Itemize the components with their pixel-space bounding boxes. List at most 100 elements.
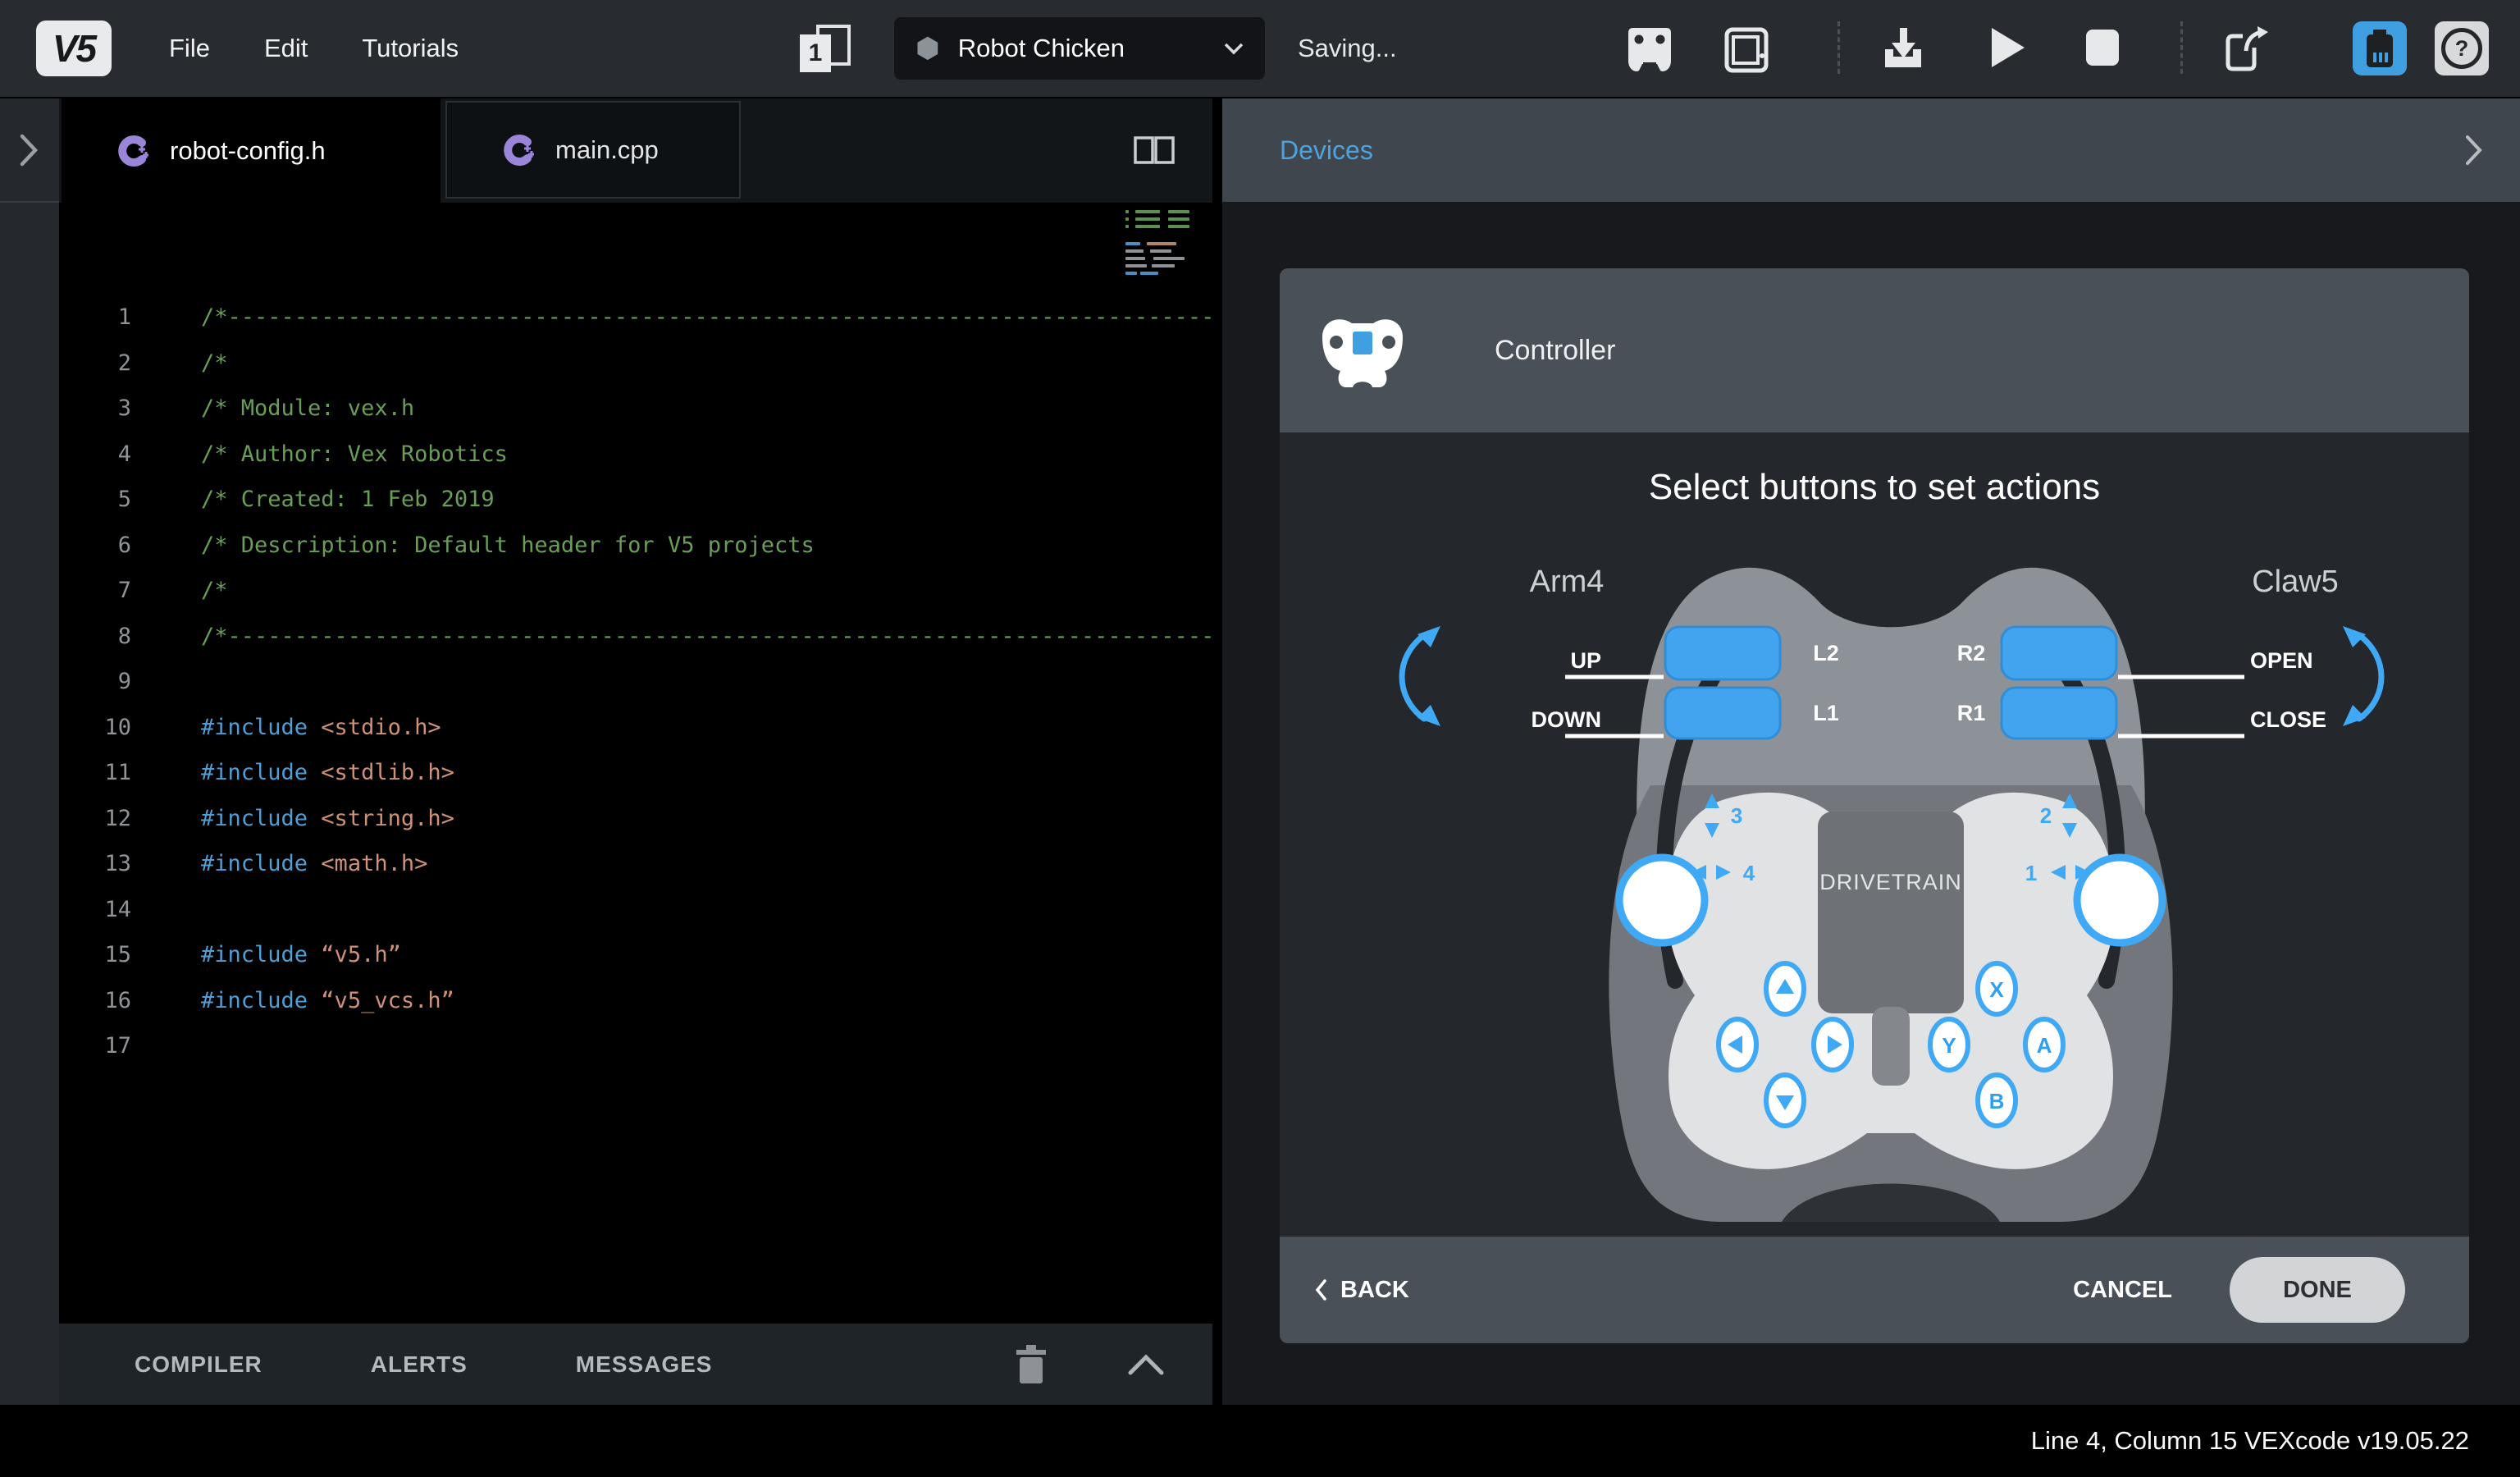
line-number: 13 — [59, 851, 131, 876]
code-line[interactable]: 12#include <string.h> — [59, 796, 1212, 842]
code-line[interactable]: 3/* Module: vex.h — [59, 386, 1212, 432]
code-line[interactable]: 8/*-------------------------------------… — [59, 614, 1212, 660]
code-editor[interactable]: 1/*-------------------------------------… — [59, 203, 1212, 1321]
arrow-head — [2343, 626, 2366, 647]
download-icon[interactable] — [1880, 25, 1926, 72]
app-bar: V5 File Edit Tutorials 1 ⬢ Robot Chicken… — [0, 0, 2520, 97]
bumper-l2-button[interactable] — [1665, 627, 1780, 679]
power-button — [1872, 1007, 1910, 1086]
action-close-label: CLOSE — [2250, 707, 2326, 732]
menu-tutorials[interactable]: Tutorials — [362, 34, 459, 63]
cpp-file-icon — [503, 135, 534, 166]
slot-icon[interactable]: 1 — [800, 25, 851, 72]
editor-tabbar: robot-config.h main.cpp — [59, 98, 1212, 203]
project-name: Robot Chicken — [958, 34, 1125, 63]
controller-diagram: DRIVETRAIN 3 4 2 1 — [1280, 432, 2469, 1237]
tab-robot-config[interactable]: robot-config.h — [62, 98, 441, 203]
toolbar-divider — [2180, 21, 2183, 74]
action-down-label: DOWN — [1532, 707, 1601, 732]
bumper-r2-label: R2 — [1957, 641, 1986, 665]
button-a-label: A — [2037, 1033, 2052, 1058]
button-x-label: X — [1989, 977, 2004, 1002]
menu-file[interactable]: File — [169, 34, 210, 63]
bumper-l1-label: L1 — [1813, 701, 1839, 725]
code-line[interactable]: 13#include <math.h> — [59, 841, 1212, 887]
device-info-button[interactable] — [2353, 21, 2407, 75]
line-number: 9 — [59, 669, 131, 694]
line-number: 6 — [59, 533, 131, 558]
axis3-label: 3 — [1731, 803, 1742, 828]
left-joystick[interactable] — [1619, 857, 1705, 943]
code-lines: 1/*-------------------------------------… — [59, 203, 1212, 1069]
code-line[interactable]: 2/* — [59, 341, 1212, 386]
tab-label: main.cpp — [555, 135, 659, 165]
line-number: 7 — [59, 578, 131, 603]
controller-card: Controller Select buttons to set actions — [1280, 268, 2469, 1343]
tab-compiler[interactable]: COMPILER — [135, 1351, 262, 1378]
done-button[interactable]: DONE — [2230, 1257, 2405, 1323]
play-icon[interactable] — [1988, 25, 2028, 71]
chevron-up-icon[interactable] — [1127, 1353, 1165, 1376]
bumper-r1-button[interactable] — [2002, 688, 2116, 738]
controller-card-footer: BACK CANCEL DONE — [1280, 1237, 2469, 1343]
status-bar: Line 4, Column 15 VEXcode v19.05.22 — [0, 1405, 2520, 1477]
collapse-panel-chevron-icon[interactable] — [2464, 134, 2484, 167]
status-text: Line 4, Column 15 VEXcode v19.05.22 — [2031, 1426, 2469, 1456]
right-device-label: Claw5 — [2252, 565, 2339, 599]
menu-edit[interactable]: Edit — [264, 34, 308, 63]
share-icon[interactable] — [2220, 25, 2271, 74]
line-number: 2 — [59, 350, 131, 376]
expand-sidebar-button[interactable] — [0, 98, 59, 203]
code-line[interactable]: 7/* — [59, 568, 1212, 614]
code-line[interactable]: 10#include <stdio.h> — [59, 705, 1212, 751]
brain-toolbar-icon[interactable] — [1723, 25, 1770, 75]
question-mark-icon: ? — [2441, 28, 2482, 69]
screen-label: DRIVETRAIN — [1819, 870, 1962, 894]
bumper-l1-button[interactable] — [1665, 688, 1780, 738]
back-button[interactable]: BACK — [1314, 1277, 1409, 1304]
left-rail — [0, 98, 59, 1405]
menu-bar: File Edit Tutorials — [169, 0, 459, 97]
chevron-down-icon — [1224, 43, 1244, 55]
tab-messages[interactable]: MESSAGES — [576, 1351, 713, 1378]
chevron-left-icon — [1314, 1278, 1327, 1301]
arrow-head — [1418, 626, 1440, 647]
code-line[interactable]: 11#include <stdlib.h> — [59, 750, 1212, 796]
code-line[interactable]: 17 — [59, 1023, 1212, 1069]
cancel-button[interactable]: CANCEL — [2073, 1277, 2172, 1304]
panel-icons — [1014, 1345, 1212, 1384]
code-line[interactable]: 9 — [59, 659, 1212, 705]
code-line[interactable]: 5/* Created: 1 Feb 2019 — [59, 477, 1212, 523]
stop-icon[interactable] — [2080, 25, 2123, 71]
cpp-file-icon — [117, 135, 148, 167]
code-line[interactable]: 15#include “v5.h” — [59, 932, 1212, 978]
bumper-l2-label: L2 — [1813, 641, 1839, 665]
bottom-panel-bar: COMPILER ALERTS MESSAGES — [59, 1321, 1212, 1405]
battery-brain-icon — [2362, 28, 2398, 69]
rotate-arrow-left-icon — [1402, 635, 1424, 719]
line-number: 14 — [59, 897, 131, 922]
axis1-label: 1 — [2025, 861, 2037, 885]
controller-toolbar-icon[interactable] — [1626, 25, 1673, 74]
help-button[interactable]: ? — [2435, 21, 2489, 75]
project-selector[interactable]: ⬢ Robot Chicken — [894, 17, 1265, 80]
tab-alerts[interactable]: ALERTS — [371, 1351, 468, 1378]
trash-icon[interactable] — [1014, 1345, 1048, 1384]
line-number: 3 — [59, 396, 131, 421]
code-line[interactable]: 4/* Author: Vex Robotics — [59, 432, 1212, 478]
toolbar-divider — [1838, 21, 1840, 74]
bumper-r2-button[interactable] — [2002, 627, 2116, 679]
code-line[interactable]: 14 — [59, 887, 1212, 933]
tab-main-cpp[interactable]: main.cpp — [445, 101, 741, 199]
save-status: Saving... — [1298, 0, 1397, 97]
line-number: 10 — [59, 715, 131, 740]
line-number: 1 — [59, 304, 131, 330]
devices-panel: Devices Controller Select buttons to set… — [1222, 98, 2520, 1405]
split-view-icon[interactable] — [1134, 136, 1175, 164]
chevron-right-icon — [19, 133, 40, 167]
code-line[interactable]: 6/* Description: Default header for V5 p… — [59, 523, 1212, 569]
code-line[interactable]: 16#include “v5_vcs.h” — [59, 978, 1212, 1024]
code-line[interactable]: 1/*-------------------------------------… — [59, 295, 1212, 341]
hexagon-icon: ⬢ — [915, 32, 940, 65]
right-joystick[interactable] — [2077, 857, 2162, 943]
